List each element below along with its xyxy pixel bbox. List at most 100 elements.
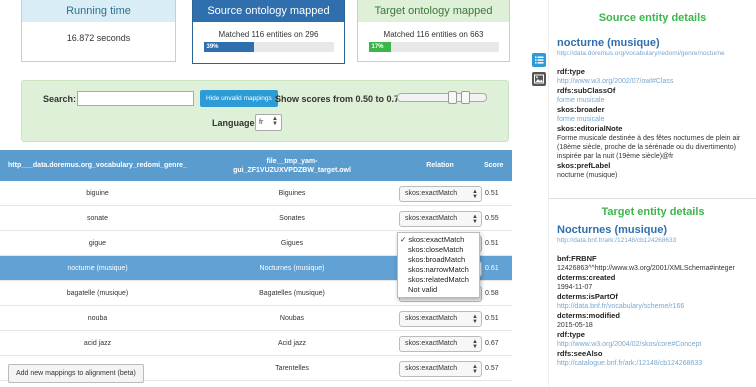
relation-column-header[interactable]: Relation xyxy=(398,150,482,181)
property-value[interactable]: forme musicale xyxy=(549,96,756,105)
property-value[interactable]: http://www.w3.org/2002/07/owl#Class xyxy=(549,77,756,86)
running-time-value: 16.872 seconds xyxy=(66,33,131,43)
target-properties: bnf:FRBNF 12426863^^http://www.w3.org/200… xyxy=(549,245,756,368)
score-cell: 0.51 xyxy=(485,240,499,247)
source-mapped-panel: Source ontology mapped Matched 116 entit… xyxy=(192,0,345,64)
relation-option[interactable]: skos:closeMatch xyxy=(398,245,479,255)
relation-option[interactable]: ✓ skos:exactMatch xyxy=(398,235,479,245)
slider-min-handle[interactable] xyxy=(448,91,457,104)
property-label: rdf:type xyxy=(557,67,585,76)
target-mapped-panel: Target ontology mapped Matched 116 entit… xyxy=(357,0,510,62)
target-entity-cell[interactable]: Noubas xyxy=(195,306,389,331)
property-value[interactable]: http://catalogue.bnf.fr/ark:/12148/cb124… xyxy=(549,359,756,368)
target-entity-cell[interactable]: Biguines xyxy=(195,181,389,206)
target-entity-cell[interactable]: Nocturnes (musique) xyxy=(195,256,389,281)
slider-max-handle[interactable] xyxy=(461,91,470,104)
score-cell: 0.55 xyxy=(485,215,499,222)
property-value[interactable]: http://data.bnf.fr/vocabulary/scheme/r16… xyxy=(549,302,756,311)
relation-option[interactable]: skos:narrowMatch xyxy=(398,265,479,275)
score-range-label: Show scores from 0.50 to 0.70 xyxy=(275,94,405,104)
score-column-header[interactable]: Score xyxy=(484,150,511,181)
relation-select[interactable]: skos:exactMatch ▲▼ xyxy=(399,186,482,202)
select-arrows-icon: ▲▼ xyxy=(472,214,478,225)
relation-select[interactable]: skos:exactMatch ▲▼ xyxy=(399,336,482,352)
add-mappings-button[interactable]: Add new mappings to alignment (beta) xyxy=(8,364,144,383)
target-entity-name: Nocturnes (musique) xyxy=(557,224,668,236)
source-properties: rdf:type http://www.w3.org/2002/07/owl#Cl… xyxy=(549,58,756,180)
target-mapped-text: Matched 116 entities on 663 xyxy=(383,30,484,39)
property-label: dcterms:isPartOf xyxy=(557,292,618,301)
source-details-title: Source entity details xyxy=(598,12,707,24)
property-value[interactable]: http://www.w3.org/2004/02/skos/core#Conc… xyxy=(549,340,756,349)
source-entity-cell[interactable]: bagatelle (musique) xyxy=(0,281,195,306)
property-label: rdfs:subClassOf xyxy=(557,86,616,95)
source-mapped-text: Matched 116 entities on 296 xyxy=(218,30,319,39)
property-value: 2015-05-18 xyxy=(557,322,593,329)
score-cell: 0.57 xyxy=(485,365,499,372)
image-icon[interactable] xyxy=(532,72,546,86)
property-label: bnf:FRBNF xyxy=(557,254,597,263)
entity-details-pane: Source entity details nocturne (musique)… xyxy=(548,0,756,387)
target-entity-cell[interactable]: Tarentelles xyxy=(195,356,389,381)
relation-value: skos:exactMatch xyxy=(405,365,458,372)
source-entity-cell[interactable]: gigue xyxy=(0,231,195,256)
property-value[interactable]: forme musicale xyxy=(549,115,756,124)
relation-option[interactable]: Not valid xyxy=(398,285,479,295)
property-label: skos:prefLabel xyxy=(557,161,611,170)
target-entity-uri[interactable]: http://data.bnf.fr/ark:/12148/cb12426863… xyxy=(549,236,756,245)
mapping-results-pane: Running time 16.872 seconds Source ontol… xyxy=(0,0,530,387)
target-entity-cell[interactable]: Bagatelles (musique) xyxy=(195,281,389,306)
score-cell: 0.51 xyxy=(485,315,499,322)
relation-select[interactable]: skos:exactMatch ▲▼ xyxy=(399,361,482,377)
table-row[interactable]: biguine Biguines skos:exactMatch ▲ ▼ 0.51 xyxy=(0,181,512,206)
score-range-slider[interactable] xyxy=(397,91,487,104)
source-entity-cell[interactable]: acid jazz xyxy=(0,331,195,356)
source-entity-cell[interactable]: nouba xyxy=(0,306,195,331)
score-cell: 0.67 xyxy=(485,340,499,347)
select-arrows-icon: ▲▼ xyxy=(472,339,478,350)
property-label: dcterms:created xyxy=(557,273,616,282)
running-time-panel: Running time 16.872 seconds xyxy=(21,0,176,62)
relation-value: skos:exactMatch xyxy=(405,315,458,322)
table-header: http___data.doremus.org_vocabulary_redom… xyxy=(0,150,512,181)
source-column-header[interactable]: http___data.doremus.org_vocabulary_redom… xyxy=(0,150,195,181)
table-row[interactable]: nouba Noubas skos:exactMatch ▲ ▼ 0.51 xyxy=(0,306,512,331)
relation-dropdown-menu: ✓ skos:exactMatch skos:closeMatch skos:bro… xyxy=(397,232,480,298)
search-input[interactable] xyxy=(77,91,194,106)
source-entity-cell[interactable]: nocturne (musique) xyxy=(0,256,195,281)
target-column-header[interactable]: file__tmp_yam-gui_ZF1VUZUXVPDZBW_target.… xyxy=(195,150,389,181)
language-value: fr xyxy=(259,119,264,126)
select-arrows-icon: ▲▼ xyxy=(472,314,478,325)
property-label: dcterms:modified xyxy=(557,311,620,320)
target-progress-bar: 17% xyxy=(368,42,499,52)
language-label: Language: xyxy=(212,118,258,128)
source-entity-cell[interactable]: sonate xyxy=(0,206,195,231)
property-value: 1994-11-07 xyxy=(557,284,593,291)
relation-select[interactable]: skos:exactMatch ▲▼ xyxy=(399,211,482,227)
table-row[interactable]: sonate Sonates skos:exactMatch ▲ ▼ 0.55 xyxy=(0,206,512,231)
list-icon[interactable] xyxy=(532,53,546,67)
target-entity-cell[interactable]: Acid jazz xyxy=(195,331,389,356)
relation-option[interactable]: skos:broadMatch xyxy=(398,255,479,265)
search-label: Search: xyxy=(43,94,77,104)
select-arrows-icon: ▲▼ xyxy=(472,364,478,375)
property-value: (18ème siècle, proche de la sérénade ou … xyxy=(557,144,736,151)
relation-value: skos:exactMatch xyxy=(405,215,458,222)
property-value: nocturne (musique) xyxy=(557,172,618,179)
source-entity-uri[interactable]: http://data.doremus.org/vocabulary/redom… xyxy=(549,49,756,58)
target-entity-cell[interactable]: Gigues xyxy=(195,231,389,256)
language-select[interactable]: fr ▲ ▼ xyxy=(255,114,282,131)
select-arrows-icon: ▲▼ xyxy=(272,116,278,127)
property-value: Forme musicale destinée à des fêtes noct… xyxy=(557,135,741,142)
relation-option[interactable]: skos:relatedMatch xyxy=(398,275,479,285)
target-entity-cell[interactable]: Sonates xyxy=(195,206,389,231)
source-entity-name: nocturne (musique) xyxy=(557,37,660,49)
source-entity-cell[interactable]: biguine xyxy=(0,181,195,206)
select-arrows-icon: ▲▼ xyxy=(472,189,478,200)
source-entity-details: Source entity details nocturne (musique)… xyxy=(549,0,756,180)
hide-unvalid-mappings-button[interactable]: Hide unvalid mappings xyxy=(200,90,278,107)
relation-select[interactable]: skos:exactMatch ▲▼ xyxy=(399,311,482,327)
source-progress-bar: 39% xyxy=(203,42,334,52)
table-row[interactable]: acid jazz Acid jazz skos:exactMatch ▲ ▼ 0.67 xyxy=(0,331,512,356)
checkmark-icon: ✓ xyxy=(400,235,407,244)
